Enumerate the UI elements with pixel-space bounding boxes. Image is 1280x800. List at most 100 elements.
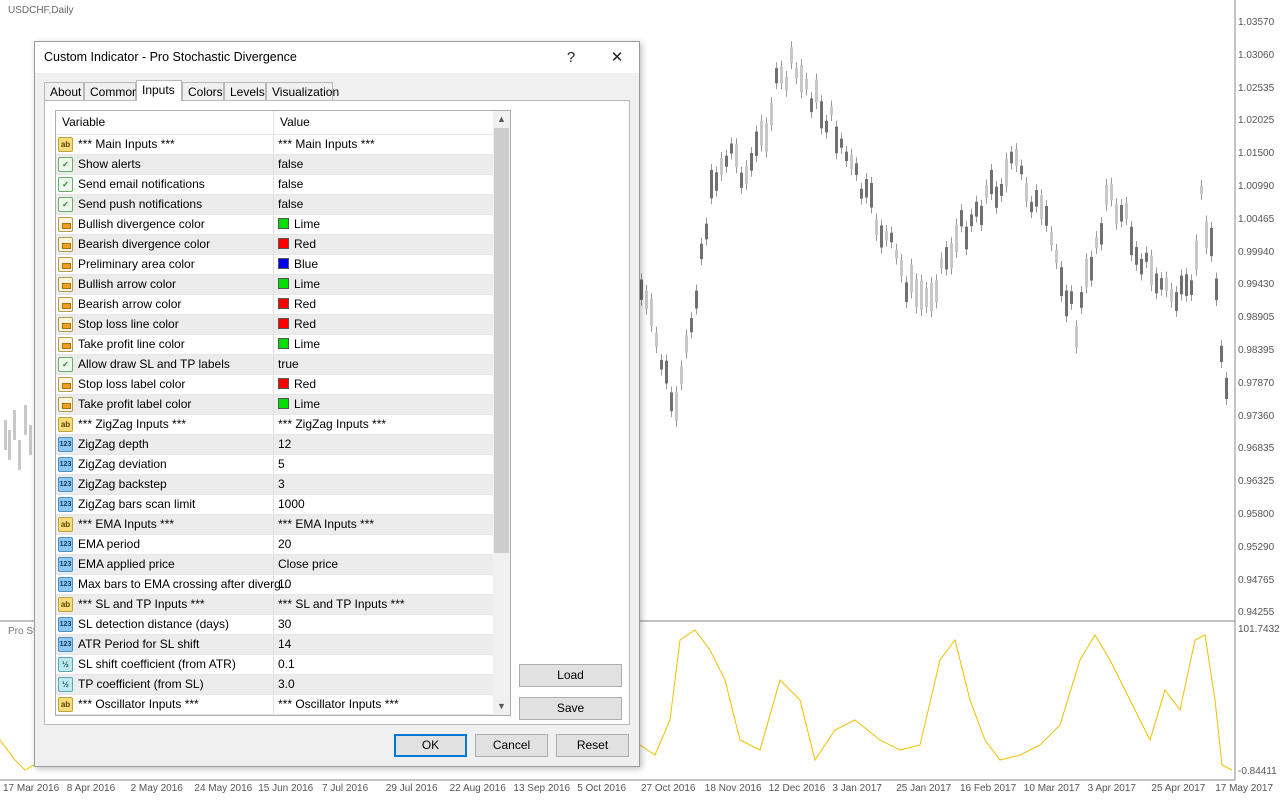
value-field[interactable]: *** Oscillator Inputs *** <box>278 695 399 714</box>
input-row[interactable]: 123 EMA period 20 <box>56 535 493 555</box>
input-row[interactable]: Take profit line color Lime <box>56 335 493 355</box>
value-field[interactable]: *** SL and TP Inputs *** <box>278 595 405 614</box>
input-row[interactable]: Bullish divergence color Lime <box>56 215 493 235</box>
value-field[interactable]: 3.0 <box>278 675 295 694</box>
value-cell[interactable]: 0.1 <box>274 655 493 674</box>
value-cell[interactable]: false <box>274 175 493 194</box>
value-field[interactable]: Lime <box>278 395 320 414</box>
input-row[interactable]: ab *** Oscillator Inputs *** *** Oscillato… <box>56 695 493 715</box>
value-field[interactable]: *** EMA Inputs *** <box>278 515 374 534</box>
value-cell[interactable]: 14 <box>274 635 493 654</box>
input-row[interactable]: ✓ Send email notifications false <box>56 175 493 195</box>
value-field[interactable]: Red <box>278 295 316 314</box>
value-field[interactable]: 10 <box>278 575 291 594</box>
value-cell[interactable]: 12 <box>274 435 493 454</box>
input-row[interactable]: ab *** ZigZag Inputs *** *** ZigZag Inputs… <box>56 415 493 435</box>
value-field[interactable]: Red <box>278 375 316 394</box>
value-cell[interactable]: false <box>274 155 493 174</box>
value-cell[interactable]: 30 <box>274 615 493 634</box>
value-cell[interactable]: Red <box>274 235 493 254</box>
input-row[interactable]: Stop loss line color Red <box>56 315 493 335</box>
save-button[interactable]: Save <box>519 697 622 720</box>
tab-about[interactable]: About <box>44 82 84 100</box>
input-row[interactable]: Preliminary area color Blue <box>56 255 493 275</box>
dialog-titlebar[interactable]: Custom Indicator - Pro Stochastic Diverg… <box>35 42 639 73</box>
input-row[interactable]: ✓ Allow draw SL and TP labels true <box>56 355 493 375</box>
value-cell[interactable]: Red <box>274 315 493 334</box>
column-value[interactable]: Value <box>274 111 493 134</box>
value-field[interactable]: 0.1 <box>278 655 295 674</box>
reset-button[interactable]: Reset <box>556 734 629 757</box>
value-cell[interactable]: false <box>274 195 493 214</box>
value-field[interactable]: 1000 <box>278 495 305 514</box>
scroll-down-icon[interactable]: ▼ <box>493 698 510 715</box>
input-row[interactable]: ab *** EMA Inputs *** *** EMA Inputs *** <box>56 515 493 535</box>
value-cell[interactable]: Red <box>274 295 493 314</box>
value-field[interactable]: *** ZigZag Inputs *** <box>278 415 386 434</box>
value-cell[interactable]: Lime <box>274 215 493 234</box>
value-cell[interactable]: *** EMA Inputs *** <box>274 515 493 534</box>
input-row[interactable]: Bullish arrow color Lime <box>56 275 493 295</box>
value-cell[interactable]: Red <box>274 375 493 394</box>
input-row[interactable]: 123 ZigZag depth 12 <box>56 435 493 455</box>
value-cell[interactable]: Lime <box>274 275 493 294</box>
value-cell[interactable]: Blue <box>274 255 493 274</box>
input-row[interactable]: ✓ Show alerts false <box>56 155 493 175</box>
input-row[interactable]: ½ SL shift coefficient (from ATR) 0.1 <box>56 655 493 675</box>
input-row[interactable]: ab *** SL and TP Inputs *** *** SL and TP … <box>56 595 493 615</box>
value-field[interactable]: 5 <box>278 455 285 474</box>
load-button[interactable]: Load <box>519 664 622 687</box>
scroll-thumb[interactable] <box>494 128 509 553</box>
value-field[interactable]: 30 <box>278 615 291 634</box>
value-cell[interactable]: 10 <box>274 575 493 594</box>
cancel-button[interactable]: Cancel <box>475 734 548 757</box>
value-field[interactable]: Lime <box>278 275 320 294</box>
value-field[interactable]: 12 <box>278 435 291 454</box>
value-cell[interactable]: 5 <box>274 455 493 474</box>
value-field[interactable]: Lime <box>278 215 320 234</box>
value-cell[interactable]: Lime <box>274 335 493 354</box>
value-field[interactable]: false <box>278 195 303 214</box>
inputs-grid[interactable]: Variable Value ab *** Main Inputs *** *** … <box>55 110 511 716</box>
column-variable[interactable]: Variable <box>56 111 274 134</box>
input-row[interactable]: 123 ZigZag backstep 3 <box>56 475 493 495</box>
tab-inputs[interactable]: Inputs <box>136 80 182 101</box>
value-field[interactable]: Lime <box>278 335 320 354</box>
value-cell[interactable]: *** Main Inputs *** <box>274 135 493 154</box>
ok-button[interactable]: OK <box>394 734 467 757</box>
tab-colors[interactable]: Colors <box>182 82 224 100</box>
input-row[interactable]: ab *** Main Inputs *** *** Main Inputs *** <box>56 135 493 155</box>
input-row[interactable]: 123 SL detection distance (days) 30 <box>56 615 493 635</box>
value-cell[interactable]: true <box>274 355 493 374</box>
input-row[interactable]: 123 EMA applied price Close price <box>56 555 493 575</box>
value-cell[interactable]: Close price <box>274 555 493 574</box>
value-cell[interactable]: *** Oscillator Inputs *** <box>274 695 493 714</box>
input-row[interactable]: 123 ZigZag bars scan limit 1000 <box>56 495 493 515</box>
tab-common[interactable]: Common <box>84 82 139 100</box>
close-button[interactable]: ✕ <box>595 42 639 73</box>
help-button[interactable]: ? <box>549 42 593 73</box>
value-field[interactable]: Red <box>278 235 316 254</box>
grid-scrollbar[interactable]: ▲ ▼ <box>493 111 510 715</box>
value-field[interactable]: *** Main Inputs *** <box>278 135 375 154</box>
value-field[interactable]: Blue <box>278 255 318 274</box>
input-row[interactable]: Bearish divergence color Red <box>56 235 493 255</box>
input-row[interactable]: 123 ZigZag deviation 5 <box>56 455 493 475</box>
input-row[interactable]: Stop loss label color Red <box>56 375 493 395</box>
tab-levels[interactable]: Levels <box>224 82 266 100</box>
value-cell[interactable]: 3 <box>274 475 493 494</box>
value-field[interactable]: Close price <box>278 555 338 574</box>
value-field[interactable]: false <box>278 175 303 194</box>
value-field[interactable]: Red <box>278 315 316 334</box>
value-field[interactable]: 20 <box>278 535 291 554</box>
value-cell[interactable]: *** SL and TP Inputs *** <box>274 595 493 614</box>
input-row[interactable]: Bearish arrow color Red <box>56 295 493 315</box>
input-row[interactable]: ½ TP coefficient (from SL) 3.0 <box>56 675 493 695</box>
value-cell[interactable]: 1000 <box>274 495 493 514</box>
input-row[interactable]: 123 ATR Period for SL shift 14 <box>56 635 493 655</box>
input-row[interactable]: ✓ Send push notifications false <box>56 195 493 215</box>
value-cell[interactable]: 20 <box>274 535 493 554</box>
value-field[interactable]: 3 <box>278 475 285 494</box>
input-row[interactable]: 123 Max bars to EMA crossing after diverg… <box>56 575 493 595</box>
value-field[interactable]: false <box>278 155 303 174</box>
